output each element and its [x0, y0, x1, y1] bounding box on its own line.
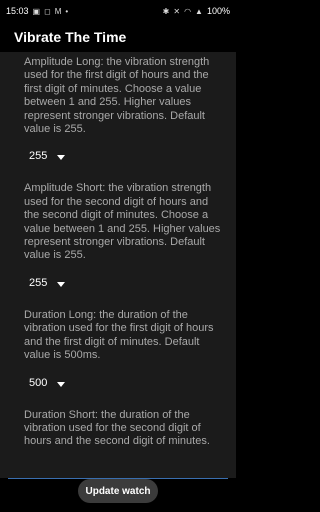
- status-time: 15:03: [6, 6, 29, 16]
- dropdown-value: 500: [29, 376, 48, 389]
- status-bar: 15:03 ▣ ◻ M • ✱ ✕ ◠ ▲ 100%: [0, 0, 236, 22]
- update-watch-button[interactable]: Update watch: [78, 479, 158, 503]
- chevron-down-icon: [57, 281, 66, 287]
- mute-icon: ✕: [173, 6, 181, 16]
- setting-amplitude-short: Amplitude Short: the vibration strength …: [0, 174, 236, 288]
- amplitude-short-dropdown[interactable]: 255: [29, 277, 226, 289]
- chevron-down-icon: [57, 155, 66, 161]
- amplitude-long-dropdown[interactable]: 255: [29, 150, 226, 162]
- signal-icon: ▲: [195, 6, 203, 16]
- setting-description: Duration Long: the duration of the vibra…: [24, 308, 214, 362]
- message-icon: ◻: [44, 6, 51, 16]
- gmail-icon: M: [54, 6, 62, 16]
- setting-duration-long: Duration Long: the duration of the vibra…: [0, 301, 236, 389]
- setting-duration-short: Duration Short: the duration of the vibr…: [0, 401, 236, 449]
- duration-long-dropdown[interactable]: 500: [29, 377, 226, 389]
- setting-description: Amplitude Short: the vibration strength …: [24, 182, 221, 262]
- dropdown-value: 255: [29, 276, 48, 289]
- chevron-down-icon: [57, 381, 66, 387]
- setting-description: Duration Short: the duration of the vibr…: [24, 408, 210, 448]
- battery-level: 100%: [206, 6, 230, 16]
- settings-list[interactable]: Amplitude Long: the vibration strength u…: [0, 52, 236, 478]
- app-title: Vibrate The Time: [14, 29, 127, 45]
- dot-icon: •: [65, 6, 69, 16]
- bluetooth-icon: ✱: [162, 6, 170, 16]
- wifi-icon: ◠: [184, 6, 192, 16]
- image-icon: ▣: [32, 6, 41, 16]
- setting-description: Amplitude Long: the vibration strength u…: [24, 56, 210, 136]
- dropdown-value: 255: [29, 150, 48, 163]
- setting-amplitude-long: Amplitude Long: the vibration strength u…: [0, 52, 236, 162]
- app-bar: Vibrate The Time: [0, 22, 236, 52]
